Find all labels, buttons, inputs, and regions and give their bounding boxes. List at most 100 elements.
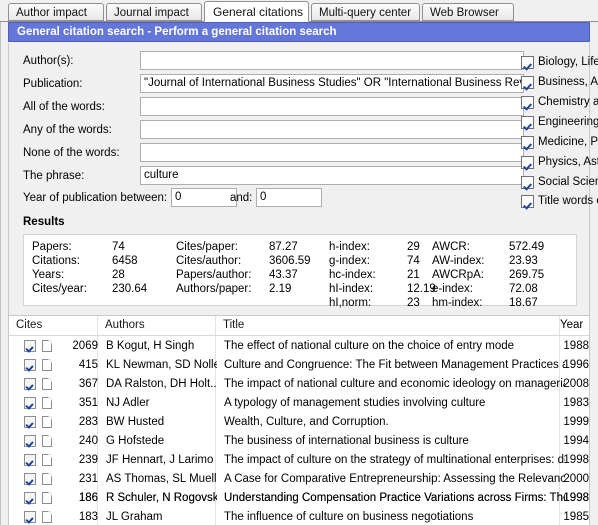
stat-value-cites-per-author: 3606.59 [269,255,311,267]
column-header-title[interactable]: Title [216,316,560,335]
tab-author-impact[interactable]: Author impact [8,3,104,21]
publication-input[interactable]: "Journal of International Business Studi… [140,74,524,93]
document-icon[interactable] [42,473,52,485]
field-row-any-words: Any of the words: [9,120,529,143]
cell-title: The effect of national culture on the ch… [224,340,515,352]
year-to-input[interactable]: 0 [256,188,322,207]
checkbox-label: Chemistry a [538,96,598,108]
tab-general-citations[interactable]: General citations [204,1,309,22]
stat-value-aw-index: 23.93 [509,255,538,267]
table-row[interactable]: 186 R Schuler, N Rogovsky Understanding … [9,489,589,508]
table-header-row: Cites Authors Title Year [9,316,589,336]
row-checkbox[interactable] [24,473,36,485]
document-icon[interactable] [42,435,52,447]
table-row[interactable]: 239 JF Hennart, J Larimo The impact of c… [9,451,589,470]
document-icon[interactable] [42,378,52,390]
field-row-publication: Publication: "Journal of International B… [9,74,529,97]
field-row-authors: Author(s): [9,51,529,74]
table-row[interactable]: 183 JL Graham The influence of culture o… [9,508,589,525]
document-icon[interactable] [42,340,52,352]
checkbox-physics-astronomy[interactable]: Physics, Ast [521,156,598,172]
row-checkbox[interactable] [24,454,36,466]
checkbox-title-words-only[interactable]: Title words o [521,195,598,210]
stat-value-h-index: 29 [407,241,420,253]
stat-key-hc-index: hc-index: [329,269,376,281]
table-row[interactable]: 2069 B Kogut, H Singh The effect of nati… [9,337,589,356]
stat-key-years: Years: [32,269,65,281]
checkbox-icon[interactable] [521,195,534,208]
subject-area-checkbox-list: Biology, Life Business, Ac Chemistry a E… [521,45,598,210]
stat-key-cites-per-author: Cites/author: [176,255,242,267]
stat-key-awcr: AWCR: [432,241,470,253]
checkbox-chemistry[interactable]: Chemistry a [521,96,598,112]
any-of-the-words-input[interactable] [140,120,524,139]
search-form: Author(s): Publication: "Journal of Inte… [8,43,590,211]
checkbox-icon[interactable] [521,116,534,129]
tab-journal-impact[interactable]: Journal impact [106,3,202,21]
cell-year: 1998 [563,492,589,504]
document-icon[interactable] [42,397,52,409]
checkbox-social-sciences[interactable]: Social Scienc [521,176,598,192]
all-of-the-words-input[interactable] [140,97,524,116]
checkbox-icon[interactable] [521,96,534,109]
stat-value-awcr: 572.49 [509,241,545,253]
checkbox-icon[interactable] [521,136,534,149]
row-checkbox[interactable] [24,492,36,504]
column-header-cites[interactable]: Cites [9,316,98,335]
stat-key-g-index: g-index: [329,255,370,267]
table-row[interactable]: 367 DA Ralston, DH Holt... The impact of… [9,375,589,394]
checkbox-icon[interactable] [521,76,534,89]
checkbox-icon[interactable] [521,56,534,69]
document-icon[interactable] [42,511,52,523]
checkbox-label: Medicine, Ph [538,136,598,148]
stat-key-aw-index: AW-index: [432,255,485,267]
checkbox-engineering[interactable]: Engineering, [521,116,598,132]
the-phrase-input[interactable]: culture [140,166,524,185]
cell-year: 1998 [563,454,589,466]
none-of-the-words-input[interactable] [140,143,524,162]
table-row[interactable]: 283 BW Husted Wealth, Culture, and Corru… [9,413,589,432]
cell-authors: AS Thomas, SL Mueller [106,473,217,485]
stat-key-cites-per-year: Cites/year: [32,283,87,295]
document-icon[interactable] [42,492,52,504]
column-header-year[interactable]: Year [560,316,589,335]
table-row[interactable]: 240 G Hofstede The business of internati… [9,432,589,451]
field-row-none-words: None of the words: [9,143,529,166]
row-checkbox[interactable] [24,340,36,352]
cell-authors: JL Graham [106,511,163,523]
column-header-authors[interactable]: Authors [98,316,216,335]
row-checkbox[interactable] [24,416,36,428]
results-table[interactable]: Cites Authors Title Year 2069 B Kogut, H… [8,315,590,525]
label-year-of-publication: Year of publication between: [23,192,168,204]
row-checkbox[interactable] [24,359,36,371]
tab-multi-query-center[interactable]: Multi-query center [311,3,420,21]
year-from-input[interactable]: 0 [171,188,237,207]
document-icon[interactable] [42,359,52,371]
cell-cites: 240 [78,435,98,447]
row-checkbox[interactable] [24,397,36,409]
cell-year: 2008 [563,378,589,390]
cell-cites: 186 [78,492,98,504]
checkbox-business-accounting[interactable]: Business, Ac [521,76,598,92]
tab-web-browser[interactable]: Web Browser [422,3,514,21]
stat-key-citations: Citations: [32,255,80,267]
row-checkbox[interactable] [24,435,36,447]
document-icon[interactable] [42,416,52,428]
label-authors: Author(s): [23,55,74,67]
document-icon[interactable] [42,454,52,466]
checkbox-medicine-pharmacology[interactable]: Medicine, Ph [521,136,598,152]
checkbox-icon[interactable] [521,176,534,189]
row-checkbox[interactable] [24,378,36,390]
checkbox-label: Title words o [538,195,598,207]
cell-title: A Case for Comparative Entrepreneurship:… [224,473,565,485]
cell-cites: 183 [78,511,98,523]
checkbox-biology-life[interactable]: Biology, Life [521,56,598,72]
authors-input[interactable] [140,51,524,70]
table-row[interactable]: 415 KL Newman, SD Nollen Culture and Con… [9,356,589,375]
table-row[interactable]: 351 NJ Adler A typology of management st… [9,394,589,413]
table-row[interactable]: 231 AS Thomas, SL Mueller A Case for Com… [9,470,589,489]
row-checkbox[interactable] [24,511,36,523]
checkbox-icon[interactable] [521,156,534,169]
checkbox-label: Biology, Life [538,56,598,68]
cell-authors: B Kogut, H Singh [106,340,195,352]
